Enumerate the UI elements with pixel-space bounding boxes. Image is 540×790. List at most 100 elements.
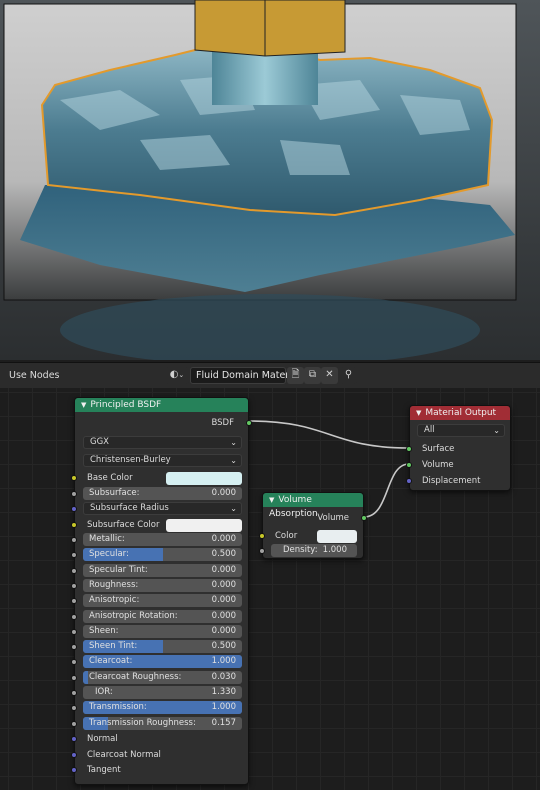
transmission-roughness-value: 0.157 bbox=[211, 717, 236, 728]
collapse-icon[interactable]: ▼ bbox=[81, 401, 86, 409]
clearcoat-roughness-socket[interactable] bbox=[71, 674, 77, 681]
material-name-field[interactable]: Fluid Domain Materi... bbox=[190, 367, 301, 384]
transmission-roughness-slider[interactable]: Transmission Roughness: 0.157 bbox=[83, 716, 242, 730]
metallic-label: Metallic: bbox=[89, 534, 125, 544]
material-output-title: Material Output bbox=[425, 408, 497, 418]
subsurface-value: 0.000 bbox=[211, 488, 236, 498]
bsdf-output-socket[interactable] bbox=[246, 420, 252, 426]
volume-input-label: Volume bbox=[422, 460, 454, 470]
specular-socket[interactable] bbox=[71, 552, 77, 559]
subsurface-radius-dropdown[interactable]: Subsurface Radius ⌄ bbox=[83, 502, 242, 515]
specular-value: 0.500 bbox=[211, 549, 236, 560]
tangent-input-label: Tangent bbox=[87, 765, 121, 775]
bsdf-output-label: BSDF bbox=[211, 418, 234, 428]
browse-icon[interactable]: 🗎 bbox=[287, 367, 304, 384]
transmission-roughness-label: Transmission Roughness: bbox=[89, 717, 196, 728]
transmission-socket[interactable] bbox=[71, 705, 77, 712]
principled-bsdf-title: Principled BSDF bbox=[90, 400, 162, 410]
anisotropic-rotation-socket[interactable] bbox=[71, 613, 77, 620]
clearcoat-roughness-slider[interactable]: Clearcoat Roughness: 0.030 bbox=[83, 670, 242, 684]
clearcoat-socket[interactable] bbox=[71, 659, 77, 666]
material-output-header[interactable]: ▼ Material Output bbox=[410, 406, 510, 420]
tangent-socket[interactable] bbox=[71, 767, 77, 773]
sheen-tint-value: 0.500 bbox=[211, 641, 236, 652]
sheen-slider[interactable]: Sheen: 0.000 bbox=[83, 624, 242, 638]
collapse-icon[interactable]: ▼ bbox=[416, 409, 421, 417]
volume-color-swatch[interactable] bbox=[317, 530, 357, 543]
ior-slider[interactable]: IOR: 1.330 bbox=[83, 686, 242, 699]
surface-socket[interactable] bbox=[406, 446, 412, 452]
clearcoat-normal-input-label: Clearcoat Normal bbox=[87, 749, 161, 760]
volume-socket[interactable] bbox=[406, 462, 412, 468]
chevron-down-icon: ⌄ bbox=[230, 456, 237, 465]
subsurface-field[interactable]: Subsurface: 0.000 bbox=[83, 487, 242, 500]
base-color-swatch[interactable] bbox=[166, 472, 242, 485]
chevron-down-icon: ⌄ bbox=[493, 426, 500, 435]
density-field[interactable]: Density: 1.000 bbox=[271, 544, 357, 557]
color-label: Color bbox=[275, 531, 298, 541]
sheen-tint-label: Sheen Tint: bbox=[89, 641, 138, 652]
specular-slider[interactable]: Specular: 0.500 bbox=[83, 548, 242, 562]
distribution-dropdown[interactable]: GGX ⌄ bbox=[83, 436, 242, 449]
bsdf-to-surface-link bbox=[248, 420, 410, 449]
collapse-icon[interactable]: ▼ bbox=[269, 496, 274, 504]
roughness-slider[interactable]: Roughness: 0.000 bbox=[83, 578, 242, 592]
transmission-slider[interactable]: Transmission: 1.000 bbox=[83, 701, 242, 715]
base-color-socket[interactable] bbox=[71, 475, 77, 481]
clearcoat-slider[interactable]: Clearcoat: 1.000 bbox=[83, 655, 242, 669]
volume-absorption-node[interactable]: ▼ Volume Absorption Volume Color Density:… bbox=[259, 492, 367, 559]
clearcoat-value: 1.000 bbox=[211, 656, 236, 667]
specular-label: Specular: bbox=[89, 549, 129, 560]
subsurface-color-label: Subsurface Color bbox=[87, 520, 160, 530]
volume-absorption-header[interactable]: ▼ Volume Absorption bbox=[263, 493, 363, 519]
normal-socket[interactable] bbox=[71, 736, 77, 742]
metallic-slider[interactable]: Metallic: 0.000 bbox=[83, 533, 242, 546]
specular-tint-value: 0.000 bbox=[211, 564, 236, 575]
sheen-tint-socket[interactable] bbox=[71, 644, 77, 651]
principled-bsdf-header[interactable]: ▼ Principled BSDF bbox=[75, 398, 248, 412]
render-viewport[interactable] bbox=[0, 0, 540, 360]
pin-icon[interactable]: ⚲ bbox=[340, 367, 357, 384]
roughness-label: Roughness: bbox=[89, 579, 139, 590]
clearcoat-roughness-slider-fill bbox=[83, 670, 88, 684]
node-editor-canvas[interactable]: ▼ Principled BSDF BSDF GGX ⌄ Christensen-B… bbox=[0, 388, 540, 790]
clearcoat-label: Clearcoat: bbox=[89, 656, 133, 667]
volume-output-socket[interactable] bbox=[361, 515, 367, 521]
clearcoat-roughness-value: 0.030 bbox=[211, 671, 236, 682]
anisotropic-slider[interactable]: Anisotropic: 0.000 bbox=[83, 594, 242, 608]
use-nodes-label[interactable]: Use Nodes bbox=[9, 370, 60, 381]
displacement-socket[interactable] bbox=[406, 478, 412, 484]
clearcoat-normal-socket[interactable] bbox=[71, 751, 77, 758]
chevron-down-icon: ⌄ bbox=[230, 504, 237, 513]
duplicate-icon[interactable]: ⧉ bbox=[304, 367, 321, 384]
sheen-value: 0.000 bbox=[211, 625, 236, 636]
specular-tint-socket[interactable] bbox=[71, 567, 77, 574]
color-socket[interactable] bbox=[259, 533, 265, 539]
subsurface-color-swatch[interactable] bbox=[166, 519, 242, 532]
material-output-node[interactable]: ▼ Material Output All ⌄ Surface Volume Dis… bbox=[406, 405, 511, 491]
material-sphere-icon[interactable]: ◐⌄ bbox=[165, 367, 189, 384]
anisotropic-socket[interactable] bbox=[71, 598, 77, 605]
subsurface-color-socket[interactable] bbox=[71, 522, 77, 528]
principled-bsdf-node[interactable]: ▼ Principled BSDF BSDF GGX ⌄ Christensen-B… bbox=[71, 397, 252, 785]
specular-tint-slider[interactable]: Specular Tint: 0.000 bbox=[83, 563, 242, 577]
output-target-dropdown[interactable]: All ⌄ bbox=[417, 424, 505, 437]
displacement-input-label: Displacement bbox=[422, 476, 481, 486]
anisotropic-rotation-slider[interactable]: Anisotropic Rotation: 0.000 bbox=[83, 609, 242, 623]
transmission-roughness-socket[interactable] bbox=[71, 720, 77, 727]
ior-socket[interactable] bbox=[71, 690, 77, 696]
transmission-label: Transmission: bbox=[89, 702, 147, 713]
density-socket[interactable] bbox=[259, 548, 265, 554]
subsurface-radius-socket[interactable] bbox=[71, 506, 77, 512]
roughness-socket[interactable] bbox=[71, 582, 77, 589]
subsurface-method-value: Christensen-Burley bbox=[90, 455, 171, 465]
subsurface-method-dropdown[interactable]: Christensen-Burley ⌄ bbox=[83, 454, 242, 467]
sheen-socket[interactable] bbox=[71, 628, 77, 635]
close-icon[interactable]: ✕ bbox=[321, 367, 338, 384]
sheen-tint-slider[interactable]: Sheen Tint: 0.500 bbox=[83, 640, 242, 654]
volume-output-label: Volume bbox=[317, 513, 349, 523]
metallic-socket[interactable] bbox=[71, 537, 77, 543]
subsurface-socket[interactable] bbox=[71, 491, 77, 497]
volume-to-volume-link bbox=[363, 463, 410, 518]
material-name: Fluid Domain Materi... bbox=[196, 370, 301, 381]
